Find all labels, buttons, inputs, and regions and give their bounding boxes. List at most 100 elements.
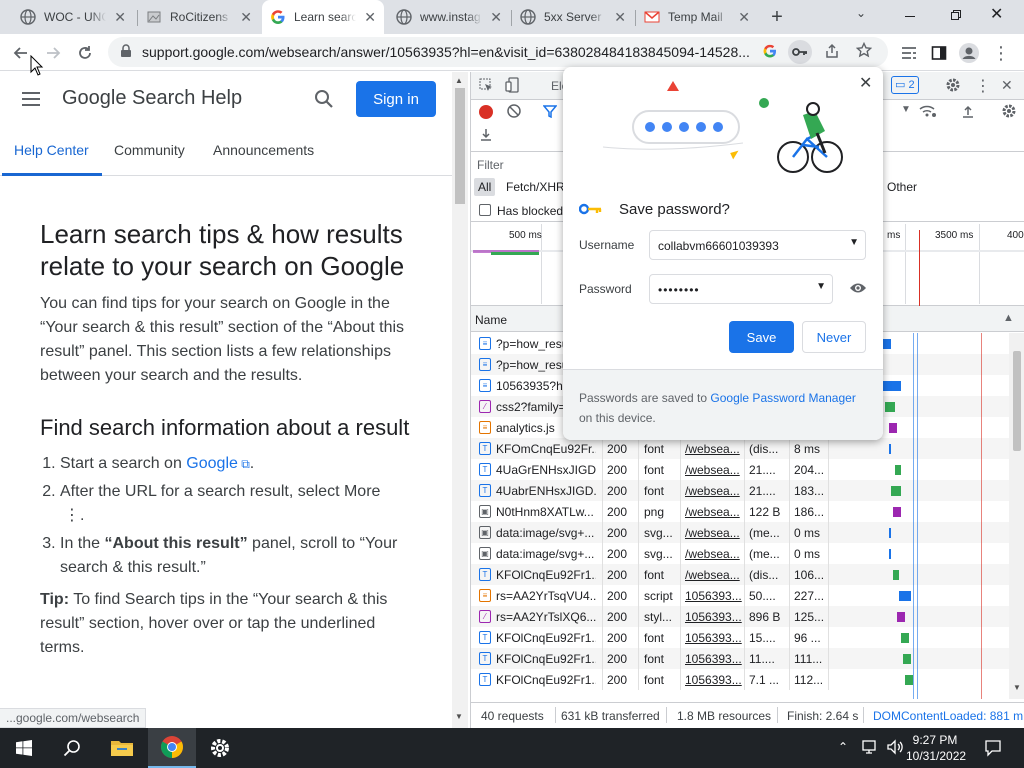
request-initiator[interactable]: /webseа... [685, 568, 743, 582]
close-tab-icon[interactable]: ✕ [240, 9, 252, 26]
close-tab-icon[interactable]: ✕ [738, 9, 750, 26]
scrollbar-thumb[interactable] [1013, 351, 1021, 451]
clear-icon[interactable] [507, 104, 521, 121]
tab-woc[interactable]: WOC - UNC ✕ [12, 0, 134, 34]
network-settings-icon[interactable] [1001, 103, 1017, 122]
device-toolbar-icon[interactable] [505, 77, 519, 96]
sign-in-button[interactable]: Sign in [356, 81, 436, 117]
request-initiator[interactable]: /webseа... [685, 505, 743, 519]
request-initiator[interactable]: /webseа... [685, 484, 743, 498]
request-initiator[interactable]: 1056393... [685, 610, 743, 624]
password-manager-link[interactable]: Google Password Manager [710, 391, 855, 405]
requests-scrollbar[interactable]: ▼ [1009, 333, 1024, 699]
restore-button[interactable] [946, 6, 966, 26]
throttling-dropdown-icon[interactable]: ▼ [901, 104, 911, 115]
tab-search-icon[interactable]: ⌄ [856, 6, 866, 20]
google-lens-icon[interactable] [762, 43, 778, 62]
password-field[interactable]: •••••••• ▼ [649, 274, 833, 304]
notifications-icon[interactable] [984, 739, 1002, 760]
tab-temp-mail[interactable]: Temp Mail ✕ [636, 0, 758, 34]
volume-icon[interactable] [886, 739, 904, 758]
new-tab-button[interactable]: + [766, 6, 788, 28]
start-button[interactable] [0, 728, 48, 768]
hamburger-menu-icon[interactable] [22, 92, 40, 106]
close-devtools-icon[interactable]: ✕ [1001, 77, 1013, 94]
record-icon[interactable] [479, 105, 493, 119]
close-tab-icon[interactable]: ✕ [364, 9, 376, 26]
key-icon[interactable] [788, 40, 812, 64]
request-row[interactable]: ▣ N0tHnm8XATLw... 200 png/webseа... 122 B 186… [471, 501, 1009, 522]
address-bar[interactable]: support.google.com/websearch/answer/1056… [108, 37, 888, 67]
issues-badge[interactable]: ▭ 2 [891, 76, 919, 94]
tab-help-center[interactable]: Help Center [14, 142, 89, 158]
search-icon[interactable] [314, 89, 334, 112]
dropdown-arrow-icon[interactable]: ▼ [816, 281, 826, 292]
never-button[interactable]: Never [802, 321, 866, 353]
request-initiator[interactable]: /webseа... [685, 442, 743, 456]
network-conditions-icon[interactable] [919, 104, 937, 121]
request-initiator[interactable]: 1056393... [685, 631, 743, 645]
close-dialog-icon[interactable]: ✕ [859, 73, 872, 93]
more-menu-icon[interactable]: ⋮ [988, 40, 1014, 66]
tab-learn-search[interactable]: Learn search ✕ [262, 0, 384, 34]
tab-community[interactable]: Community [114, 142, 185, 158]
dropdown-arrow-icon[interactable]: ▼ [849, 237, 859, 248]
request-initiator[interactable]: 1056393... [685, 673, 743, 687]
inspect-element-icon[interactable] [479, 78, 493, 95]
show-password-eye-icon[interactable] [849, 281, 867, 298]
filter-other-button[interactable]: Other [887, 180, 917, 194]
request-row[interactable]: ▣ data:image/svg+... 200 svg... /webseа... (m… [471, 543, 1009, 564]
filter-input[interactable]: Filter [477, 158, 504, 172]
lock-icon[interactable] [120, 43, 132, 61]
tab-rocitizens[interactable]: RoCitizens ✕ [138, 0, 260, 34]
request-initiator[interactable]: /webseа... [685, 526, 743, 540]
has-blocked-checkbox[interactable] [479, 204, 491, 216]
username-field[interactable]: collabvm66601039393 ▼ [649, 230, 866, 260]
request-row[interactable]: ▣ data:image/svg+... 200 svg... /webseа... (m… [471, 522, 1009, 543]
import-har-icon[interactable] [479, 128, 493, 145]
chrome-taskbar-icon[interactable] [148, 728, 196, 768]
scrollbar-thumb[interactable] [455, 88, 465, 204]
tab-announcements[interactable]: Announcements [213, 142, 314, 158]
upload-icon[interactable] [961, 104, 975, 121]
bookmark-star-icon[interactable] [855, 41, 873, 61]
file-explorer-icon[interactable] [98, 728, 146, 768]
request-initiator[interactable]: 1056393... [685, 652, 743, 666]
network-icon[interactable] [862, 739, 880, 758]
filter-icon[interactable] [542, 104, 558, 121]
share-icon[interactable] [824, 43, 840, 62]
sort-ascending-icon[interactable]: ▲ [1003, 312, 1014, 324]
save-button[interactable]: Save [729, 321, 794, 353]
devtools-more-icon[interactable]: ⋮ [975, 76, 991, 96]
tab-5xx-server[interactable]: 5xx Server ✕ [512, 0, 634, 34]
search-icon[interactable] [48, 728, 96, 768]
site-title[interactable]: Google Search Help [62, 87, 242, 110]
request-row[interactable]: T KFOmCnqEu92Fr... 200 font/webseа... (dis..… [471, 438, 1009, 459]
filter-all-button[interactable]: All [474, 178, 496, 196]
request-row[interactable]: T KFOlCnqEu92Fr1... 200 font 1056393... 11...… [471, 648, 1009, 669]
request-initiator[interactable]: /webseа... [685, 547, 743, 561]
minimize-button[interactable] [900, 6, 920, 26]
close-tab-icon[interactable]: ✕ [490, 9, 502, 26]
request-initiator[interactable]: /webseа... [685, 463, 743, 477]
request-row[interactable]: T 4UaGrENHsxJIGD... 200 font/webseа... 21...… [471, 459, 1009, 480]
name-column-header[interactable]: Name [475, 313, 507, 327]
reload-button[interactable] [72, 40, 98, 66]
request-row[interactable]: ⁄ rs=AA2YrTslXQ6... 200 styl... 1056393... 89… [471, 606, 1009, 627]
profile-avatar-icon[interactable] [956, 40, 982, 66]
request-row[interactable]: T 4UabrENHsxJIGD... 200 font/webseа... 21...… [471, 480, 1009, 501]
close-window-button[interactable]: ✕ [990, 4, 1003, 24]
request-initiator[interactable]: 1056393... [685, 589, 743, 603]
page-scrollbar[interactable]: ▲ ▼ [452, 72, 468, 728]
show-hidden-icons-icon[interactable]: ⌃ [838, 740, 848, 754]
tab-instagram[interactable]: www.instag ✕ [388, 0, 510, 34]
settings-gear-icon[interactable] [945, 77, 961, 96]
close-tab-icon[interactable]: ✕ [114, 9, 126, 26]
request-row[interactable]: T KFOlCnqEu92Fr1... 200 font 1056393... 7.1 .… [471, 669, 1009, 690]
filter-fetch-xhr-button[interactable]: Fetch/XHR [506, 180, 565, 194]
request-row[interactable]: T KFOlCnqEu92Fr1... 200 font 1056393... 15...… [471, 627, 1009, 648]
side-panel-icon[interactable] [926, 40, 952, 66]
reading-list-icon[interactable] [896, 40, 922, 66]
request-row[interactable]: ≡ rs=AA2YrTsqVU4... 200 script 1056393... 50.… [471, 585, 1009, 606]
request-row[interactable]: T KFOlCnqEu92Fr1... 200 font/webseа... (dis.… [471, 564, 1009, 585]
